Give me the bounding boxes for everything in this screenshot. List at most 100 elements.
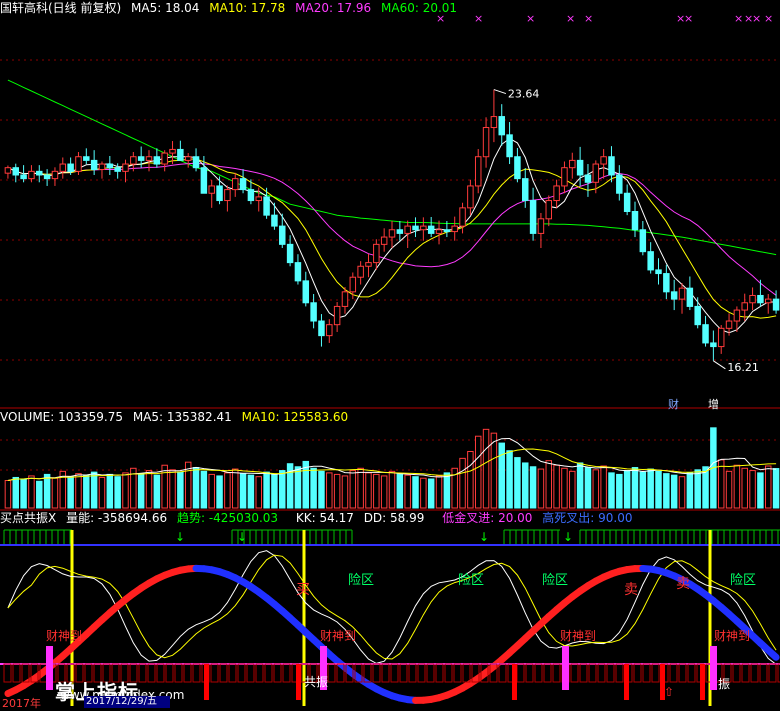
danger-zone-label: 险区 <box>730 573 756 588</box>
magenta-signal-bar <box>46 646 53 690</box>
volume-bar <box>507 451 512 508</box>
signal-box <box>373 664 380 682</box>
signal-box <box>193 664 200 682</box>
volume-bar <box>726 471 731 508</box>
volume-bar <box>491 433 496 508</box>
candle-body <box>538 219 543 234</box>
candle-body <box>671 292 676 299</box>
signal-box <box>220 664 227 682</box>
volume-bar <box>468 451 473 508</box>
volume-bar <box>68 477 73 508</box>
volume-bar <box>413 477 418 508</box>
candle-body <box>21 175 26 179</box>
candle-body <box>491 117 496 128</box>
ma10-value: MA10: 17.78 <box>209 1 285 15</box>
volume-bar <box>311 468 316 508</box>
signal-box <box>598 664 605 682</box>
volume-bar <box>209 474 214 508</box>
volume-bar <box>248 475 253 508</box>
low-price-label: 16.21 <box>727 361 759 374</box>
candle-body <box>773 299 778 310</box>
signal-box <box>688 664 695 682</box>
candle-body <box>656 270 661 274</box>
volume-bar <box>280 471 285 508</box>
candle-body <box>460 208 465 226</box>
candle-body <box>624 193 629 211</box>
signal-box <box>436 664 443 682</box>
down-arrow: ↓ <box>479 530 489 544</box>
candle-body <box>648 252 653 270</box>
ma5-value: MA5: 18.04 <box>131 1 199 15</box>
caishen-label: 财神到 <box>560 629 596 643</box>
volume-bar <box>671 475 676 508</box>
volume-bar <box>225 473 230 508</box>
sell-label: 卖 <box>624 582 638 598</box>
candle-body <box>154 157 159 164</box>
candle-body <box>37 171 42 175</box>
volume-bar <box>656 471 661 508</box>
candle-body <box>577 160 582 175</box>
volume-bar <box>570 471 575 508</box>
volume-bar <box>436 476 441 508</box>
candle-body <box>640 230 645 252</box>
volume-bar <box>29 476 34 508</box>
magenta-signal-bar <box>710 646 717 690</box>
candle-body <box>264 197 269 215</box>
volume-bar <box>640 472 645 508</box>
indicator-header: 买点共振X 量能: -358694.66 趋势: -425030.03 KK: … <box>0 511 638 525</box>
candle-body <box>185 157 190 161</box>
volume-bar <box>577 463 582 508</box>
volume-bar <box>170 470 175 508</box>
signal-cross: × <box>526 12 535 25</box>
stock-title[interactable]: 国轩高科(日线 前复权) <box>0 1 121 15</box>
volume-bar <box>123 473 128 508</box>
candle-body <box>687 288 692 306</box>
signal-box <box>571 664 578 682</box>
candle-body <box>758 295 763 302</box>
volume-value: VOLUME: 103359.75 <box>0 410 123 424</box>
candle-body <box>695 306 700 324</box>
candle-body <box>178 149 183 160</box>
candle-body <box>52 171 57 178</box>
signal-box <box>580 664 587 682</box>
candle-body <box>311 303 316 321</box>
candle-body <box>428 226 433 233</box>
volume-bar <box>154 475 159 508</box>
volume-bar <box>601 466 606 508</box>
volume-bar <box>13 477 18 508</box>
volume-ma10: MA10: 125583.60 <box>242 410 349 424</box>
signal-box <box>418 664 425 682</box>
volume-bar <box>264 472 269 508</box>
year-label: 2017年 <box>2 697 41 711</box>
volume-bar <box>287 464 292 508</box>
volume-bar <box>428 479 433 508</box>
signal-box <box>742 664 749 682</box>
candle-body <box>601 157 606 164</box>
signal-box <box>13 664 20 682</box>
candle-body <box>358 266 363 277</box>
candle-body <box>232 179 237 190</box>
date-box: 2017/12/29/五 <box>84 696 170 708</box>
candle-body <box>389 230 394 237</box>
signal-box <box>247 664 254 682</box>
dijin-value: 低金叉进: 20.00 <box>442 511 532 525</box>
candle-body <box>115 168 120 172</box>
volume-bar <box>758 473 763 508</box>
candle-body <box>350 277 355 292</box>
candle-body <box>295 263 300 281</box>
candle-body <box>726 321 731 328</box>
indicator-name[interactable]: 买点共振X <box>0 511 56 525</box>
volume-bar <box>272 474 277 508</box>
candle-body <box>530 201 535 234</box>
candle-body <box>334 306 339 324</box>
candle-body <box>272 215 277 226</box>
candle-body <box>632 212 637 230</box>
signal-box <box>427 664 434 682</box>
volume-bar <box>5 481 10 508</box>
red-signal-bar <box>296 664 301 700</box>
signal-box <box>643 664 650 682</box>
signal-box <box>382 664 389 682</box>
volume-bar <box>515 458 520 508</box>
candle-body <box>452 226 457 231</box>
candle-body <box>280 226 285 244</box>
